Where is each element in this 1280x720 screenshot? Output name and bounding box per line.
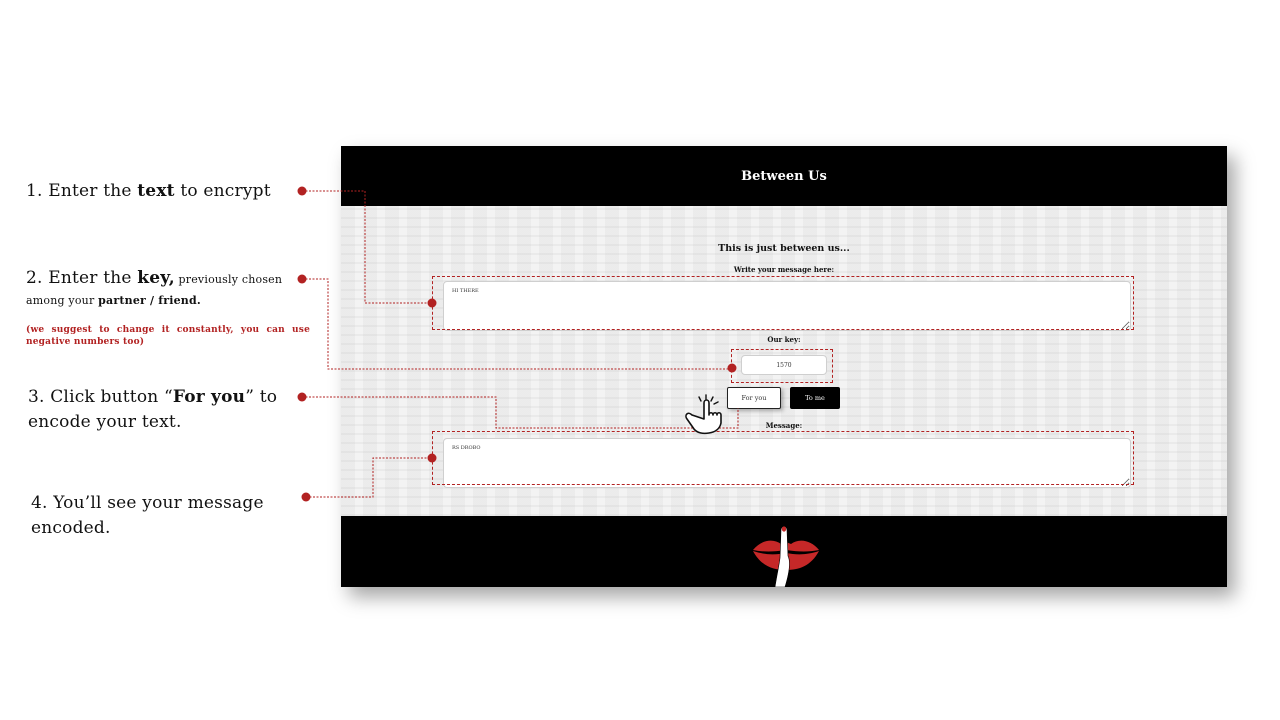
step-4-text: 4. You’ll see your message encoded. <box>31 493 264 538</box>
step-1-bold: text <box>137 181 175 201</box>
lips-finger-logo <box>753 526 819 587</box>
to-me-button[interactable]: To me <box>790 387 840 409</box>
step-2-line2-bold: partner / friend. <box>98 294 201 307</box>
step-2-note: (we suggest to change it constantly, you… <box>26 325 310 347</box>
app-header: Between Us <box>341 146 1227 206</box>
output-textarea[interactable]: RS DROBO <box>443 438 1131 488</box>
step-2-small: previously chosen <box>174 273 283 286</box>
step-2-prefix: 2. Enter the <box>26 268 138 288</box>
pointing-hand-icon <box>685 394 722 435</box>
step-2: 2. Enter the key, previously chosen amon… <box>26 266 310 348</box>
message-input[interactable]: HI THERE <box>443 281 1131 331</box>
step-4: 4. You’ll see your message encoded. <box>31 491 311 541</box>
app-window: Between Us This is just between us... Wr… <box>341 146 1227 587</box>
step-2-line2-prefix: among your <box>26 294 99 307</box>
step-1-prefix: 1. Enter the <box>26 181 138 201</box>
tagline: This is just between us... <box>718 243 850 254</box>
app-title: Between Us <box>741 168 827 184</box>
app-main: This is just between us... Write your me… <box>341 206 1227 516</box>
output-label: Message: <box>765 421 803 430</box>
app-footer <box>341 516 1227 587</box>
key-input[interactable] <box>741 355 827 375</box>
step-3: 3. Click button “For you” to encode your… <box>28 385 308 435</box>
for-you-button[interactable]: For you <box>727 387 781 409</box>
step-1-suffix: to encrypt <box>174 181 271 201</box>
step-3-prefix: 3. Click button “ <box>28 387 173 407</box>
step-1: 1. Enter the text to encrypt <box>26 179 271 204</box>
step-2-bold: key <box>137 268 169 288</box>
step-3-bold: For you <box>172 387 246 407</box>
message-label: Write your message here: <box>733 265 835 274</box>
key-label: Our key: <box>767 335 801 344</box>
